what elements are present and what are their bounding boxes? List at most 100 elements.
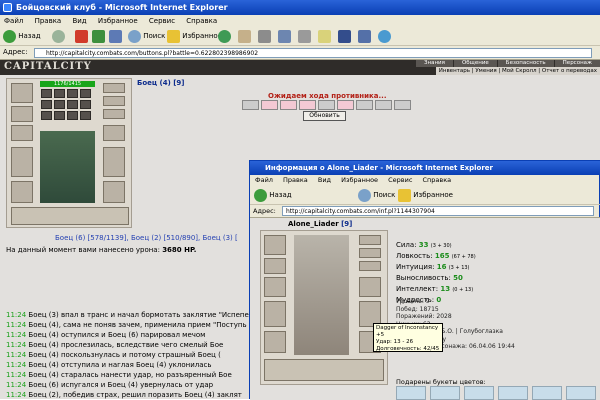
popup-bottom-items[interactable] [264,359,384,381]
popup-ring-slot[interactable] [359,248,381,258]
flower-bouquet[interactable] [498,386,528,400]
gem-slot[interactable] [67,111,78,120]
tool3-button[interactable] [378,29,391,44]
fighters-line[interactable]: Боец (6) [578/1139], Боец (2) [510/890],… [55,234,238,242]
popup-earrings-slot[interactable] [264,258,286,274]
amulet-slot[interactable] [103,83,125,93]
shield-slot[interactable] [103,147,125,177]
menu-view[interactable]: Вид [72,17,86,25]
popup-search-button[interactable]: Поиск [358,188,395,203]
character-panel: 1176/1415 [6,78,132,228]
popup-menu-tools[interactable]: Сервис [388,176,412,184]
popup-ring-slot[interactable] [359,261,381,271]
popup-gloves-slot[interactable] [359,277,381,297]
favorites-button[interactable]: Избранное [167,29,222,44]
popup-favorites-button[interactable]: Избранное [398,188,453,203]
boots-slot[interactable] [103,181,125,203]
menu-file[interactable]: Файл [4,17,23,25]
stats-list: Сила: 33 (3 + 30) Ловкость: 165 (67 + 78… [396,240,476,306]
refresh-battle-button[interactable]: Обновить [303,111,346,121]
popup-menu-edit[interactable]: Правка [283,176,308,184]
weapon-slot[interactable] [11,125,33,141]
print-button[interactable] [258,29,271,44]
window-title: Бойцовский клуб - Microsoft Internet Exp… [16,3,228,12]
gem-slot[interactable] [80,100,91,109]
heart-slot[interactable] [299,100,316,110]
flower-bouquet[interactable] [396,386,426,400]
ring1-slot[interactable] [103,96,125,106]
messenger-button[interactable] [318,29,331,44]
popup-menu-help[interactable]: Справка [423,176,452,184]
character-portrait [40,131,95,203]
popup-armor-slot[interactable] [264,301,286,327]
gem-slot[interactable] [67,100,78,109]
popup-belt-slot[interactable] [264,331,286,353]
search-button[interactable]: Поиск [128,29,165,44]
nav-tab-knowledge[interactable]: Знания [415,60,453,67]
gem-slot[interactable] [67,89,78,98]
nav-tab-chat[interactable]: Общение [453,60,497,67]
bottom-items-row[interactable] [11,207,129,225]
popup-back-button[interactable]: Назад [254,188,292,203]
gem-slot[interactable] [54,89,65,98]
address-input[interactable]: http://capitalcity.combats.com/buttons.p… [34,48,592,58]
popup-weapon-slot[interactable] [264,277,286,297]
popup-menu-favorites[interactable]: Избранное [341,176,378,184]
menu-help[interactable]: Справка [186,17,217,25]
menu-tools[interactable]: Сервис [149,17,175,25]
nav-tab-character[interactable]: Персонаж [554,60,600,67]
gem-slot[interactable] [41,100,52,109]
battle-slot[interactable] [318,100,335,110]
home-button[interactable] [109,29,122,44]
stop-button[interactable] [75,29,88,44]
popup-amulet-slot[interactable] [359,235,381,245]
gem-slot[interactable] [54,100,65,109]
gem-slot[interactable] [41,111,52,120]
heart-slot[interactable] [280,100,297,110]
flower-bouquet[interactable] [464,386,494,400]
battle-slot[interactable] [394,100,411,110]
flower-bouquet[interactable] [430,386,460,400]
forward-button[interactable] [52,29,65,44]
tool1-button[interactable] [338,29,351,44]
popup-menu-file[interactable]: Файл [255,176,273,184]
ring2-slot[interactable] [103,109,125,119]
nav-tab-security[interactable]: Безопасность [497,60,554,67]
battle-slot[interactable] [356,100,373,110]
popup-menu-view[interactable]: Вид [318,176,331,184]
heart-slot[interactable] [261,100,278,110]
popup-menu-bar: Файл Правка Вид Избранное Сервис Справка [250,175,600,186]
battle-slot[interactable] [375,100,392,110]
history-button[interactable] [218,29,231,44]
stat-intellect: Интеллект: 13 (0 + 13) [396,285,474,293]
popup-page: Alone_Liader [9] Сила: 33 (3 + 30) Ловко… [250,218,600,400]
site-sub-nav[interactable]: Инвентарь | Умения | Мой Скролл | Отчет … [435,67,600,75]
tool2-button[interactable] [358,29,371,44]
popup-helmet-slot[interactable] [264,235,286,255]
gloves-slot[interactable] [103,125,125,141]
mail-button[interactable] [238,29,251,44]
discuss-button[interactable] [298,29,311,44]
refresh-icon [92,29,105,43]
menu-edit[interactable]: Правка [35,17,62,25]
gem-slot[interactable] [41,89,52,98]
belt-slot[interactable] [11,181,33,203]
heart-slot[interactable] [337,100,354,110]
flower-bouquet[interactable] [566,386,596,400]
refresh-button[interactable] [92,29,105,44]
earrings-slot[interactable] [11,106,33,122]
back-button[interactable]: Назад [3,29,41,44]
battle-slot[interactable] [242,100,259,110]
popup-character-panel [260,230,388,385]
gem-slot[interactable] [80,111,91,120]
edit-button[interactable] [278,29,291,44]
gem-slot[interactable] [80,89,91,98]
back-arrow-icon [3,29,16,43]
gem-slot[interactable] [54,111,65,120]
fighter-name[interactable]: Боец (4) [9] [137,79,185,87]
armor-slot[interactable] [11,147,33,177]
menu-favorites[interactable]: Избранное [98,17,138,25]
popup-address-input[interactable]: http://capitalcity.combats.com/inf.pl?11… [282,206,594,216]
helmet-slot[interactable] [11,83,33,103]
flower-bouquet[interactable] [532,386,562,400]
